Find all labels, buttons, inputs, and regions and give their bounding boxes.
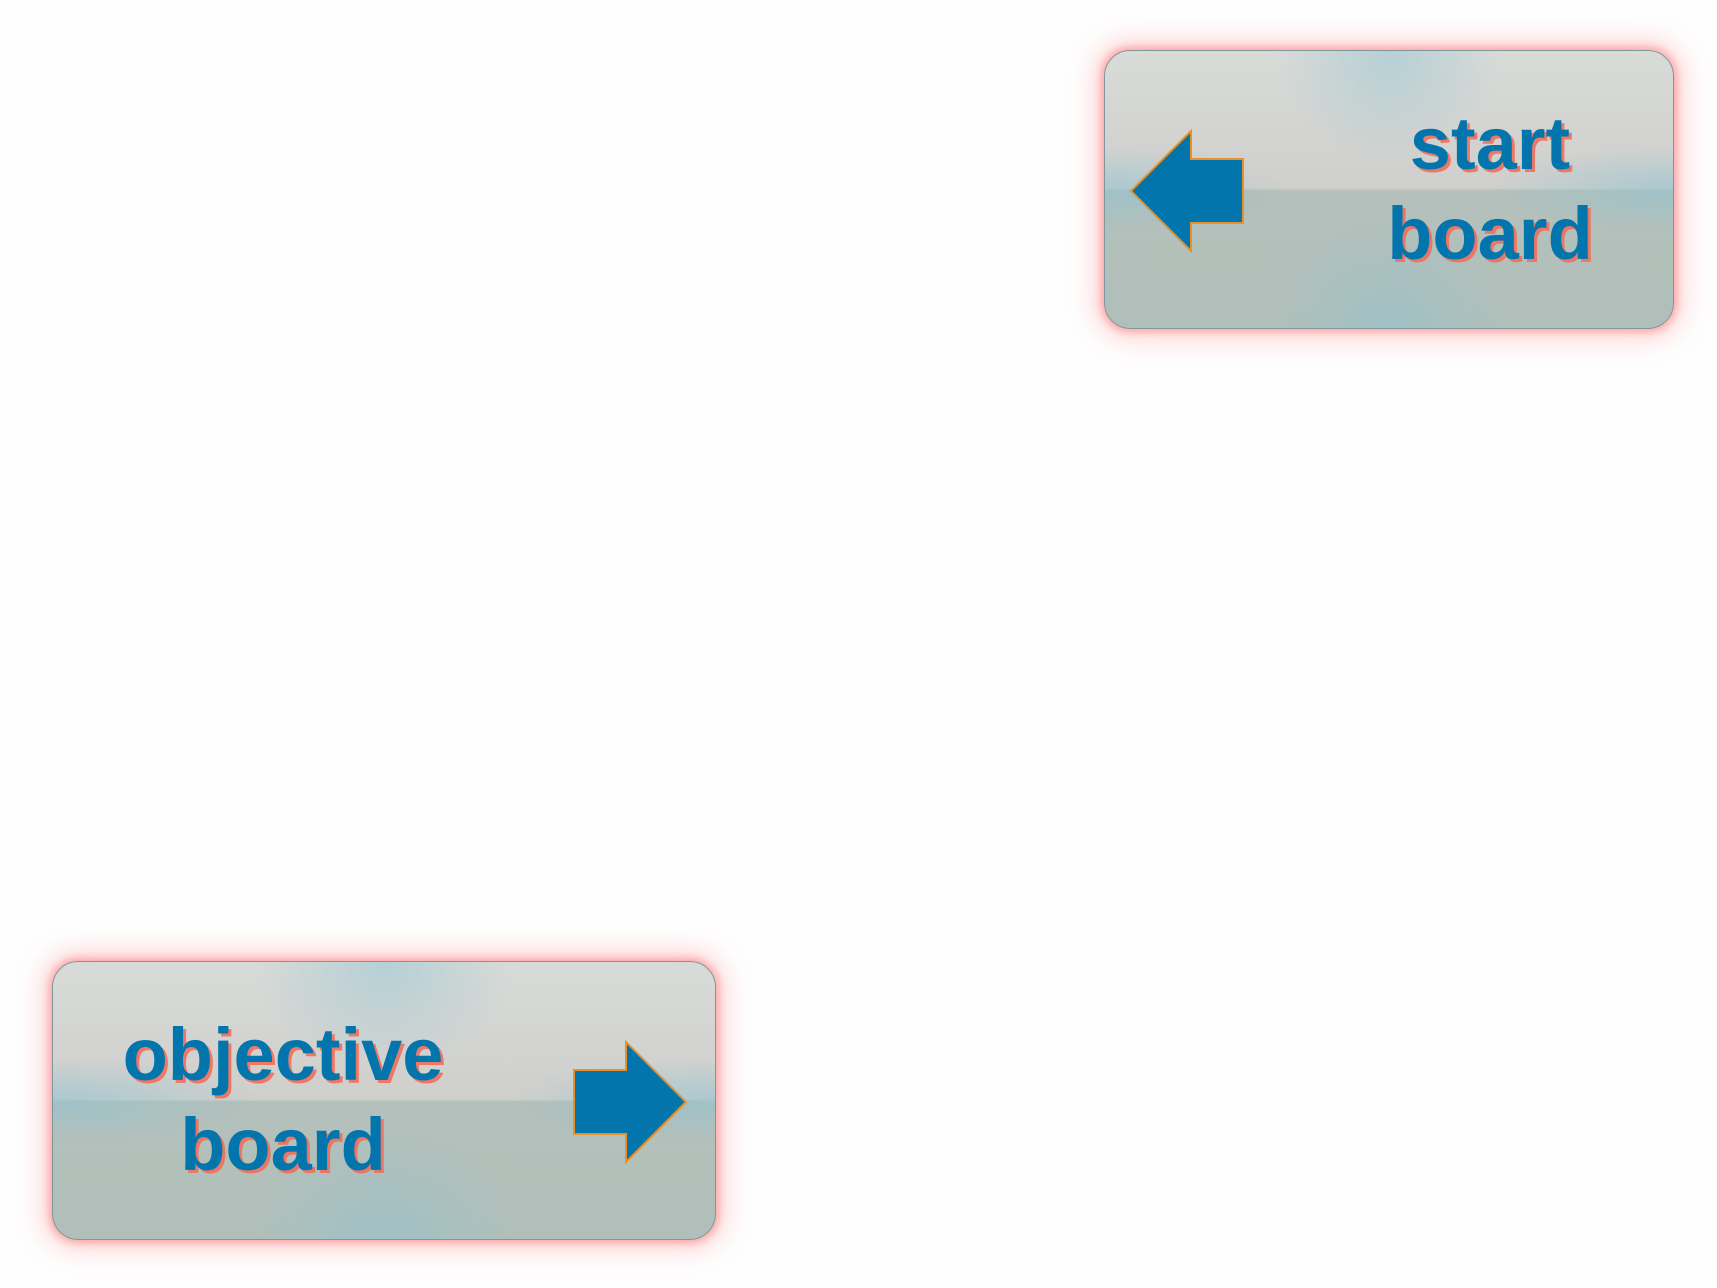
objective-board-button[interactable]: objective board — [52, 961, 716, 1240]
start-board-label-line2: board — [1387, 192, 1593, 275]
objective-board-label: objective board — [103, 1010, 463, 1190]
objective-board-label-line1: objective — [122, 1013, 444, 1096]
arrow-left-icon — [1129, 129, 1244, 253]
start-board-label: start board — [1325, 99, 1655, 279]
objective-board-label-line2: board — [180, 1103, 386, 1186]
arrow-right-icon — [573, 1040, 688, 1164]
start-board-button[interactable]: start board — [1104, 50, 1674, 329]
start-board-label-line1: start — [1409, 102, 1571, 185]
